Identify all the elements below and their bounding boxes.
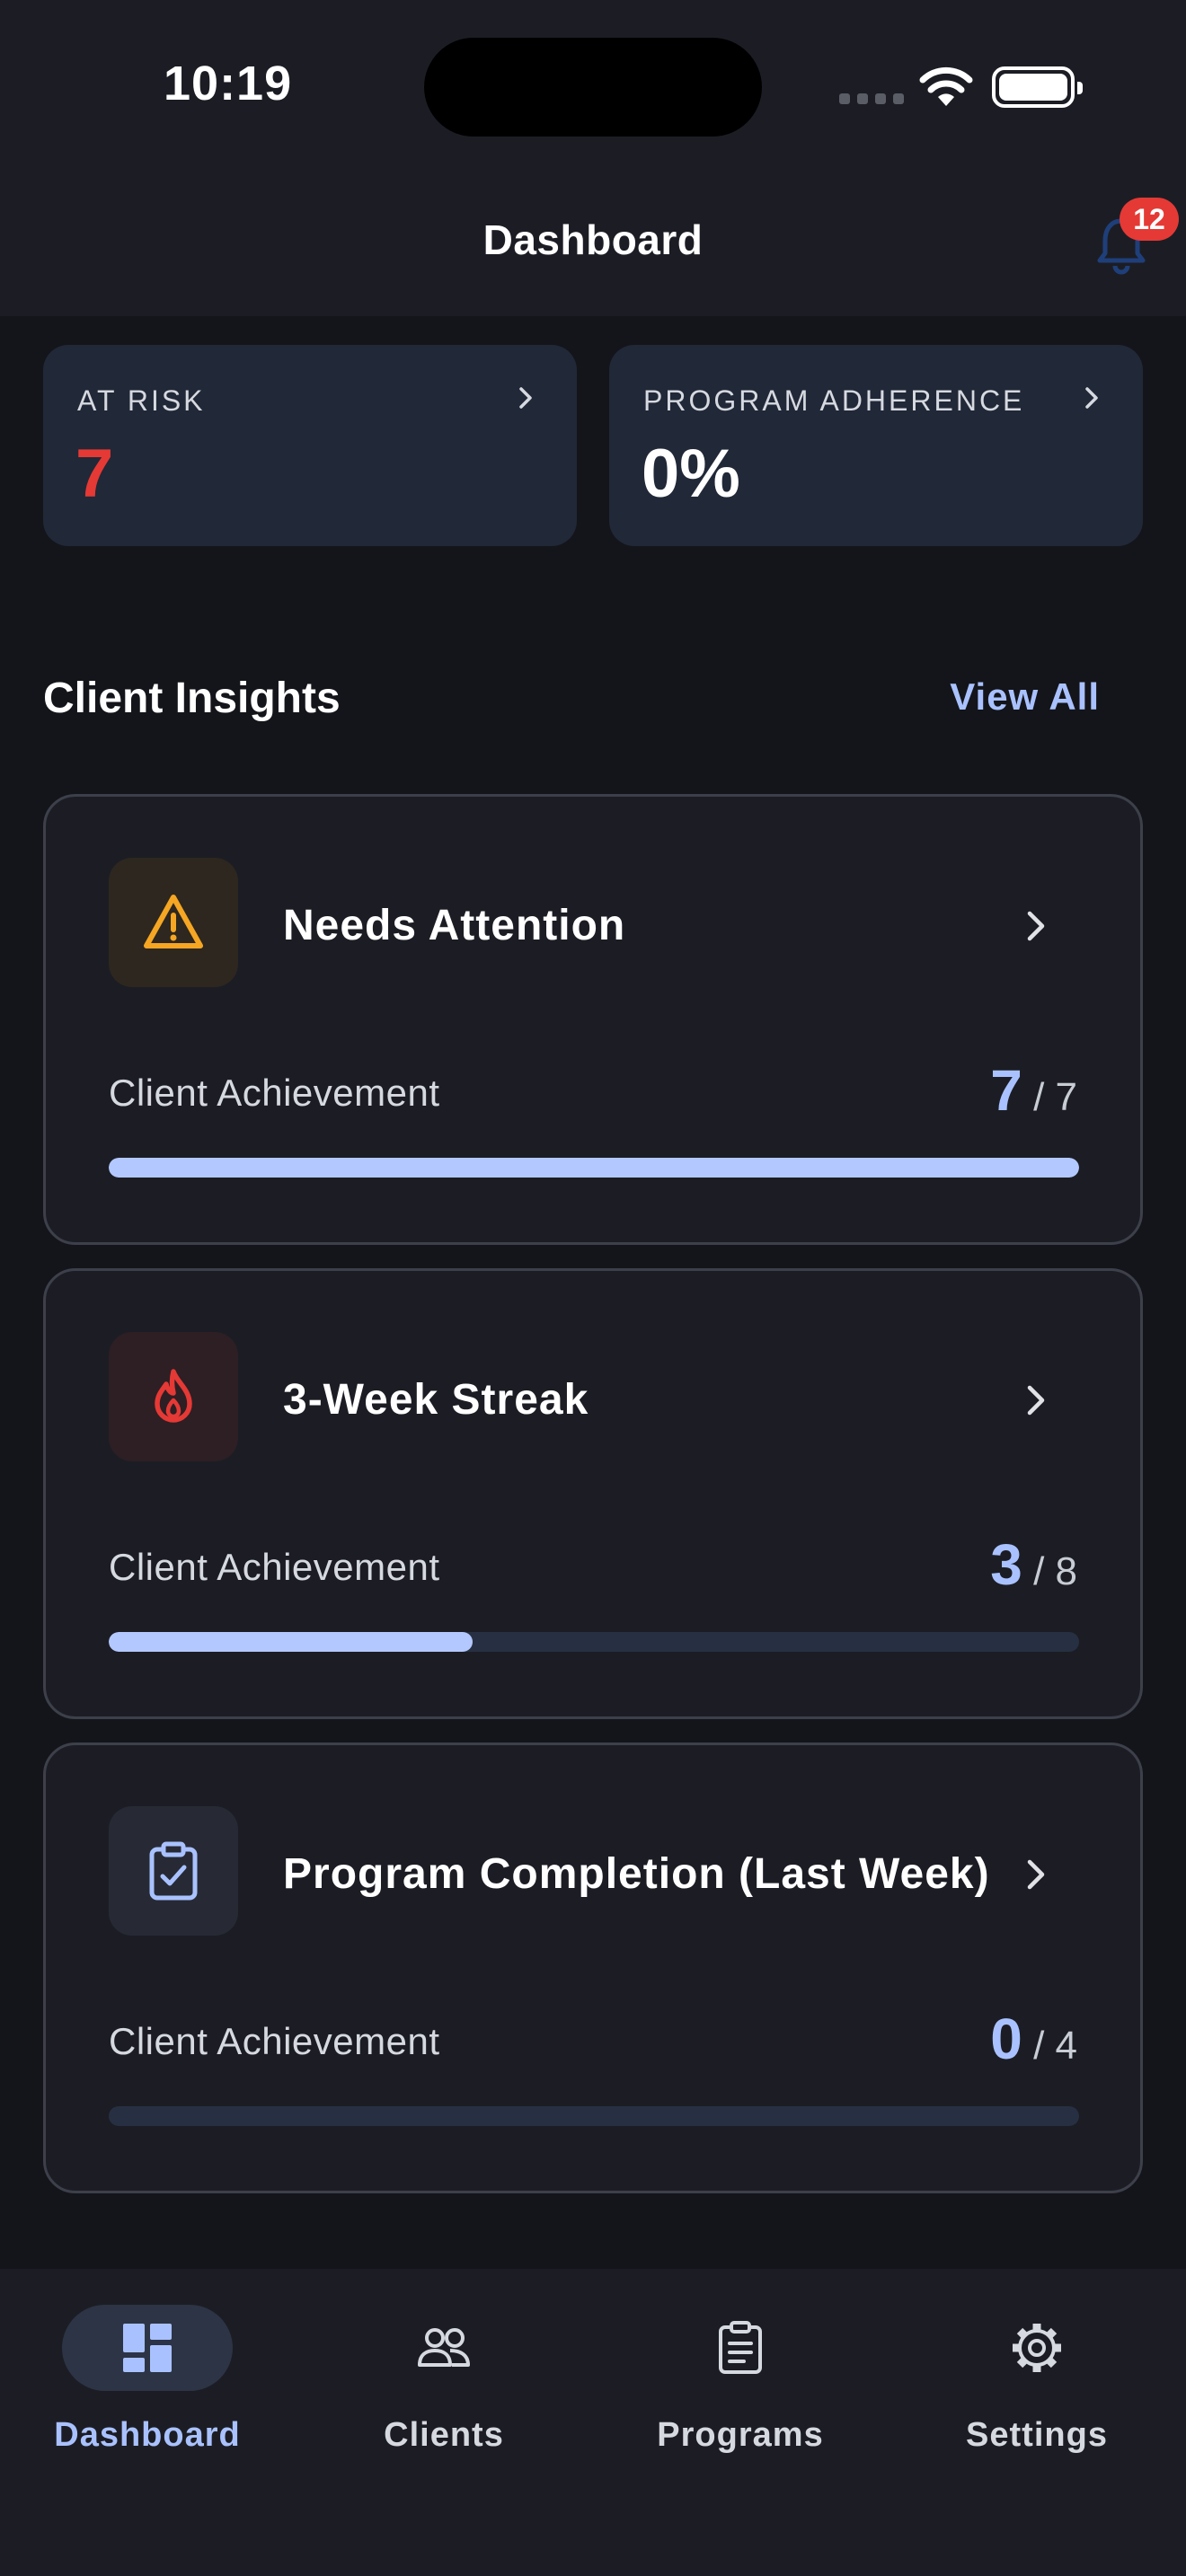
icon-container (109, 1332, 238, 1461)
dashboard-icon (123, 2324, 172, 2372)
stat-card-program-adherence[interactable]: PROGRAM ADHERENCE 0% (609, 345, 1143, 546)
insight-title: 3-Week Streak (283, 1376, 589, 1424)
nav-label: Settings (966, 2416, 1108, 2454)
insight-card-3-week-streak[interactable]: 3-Week Streak Client Achievement 3 / 8 (43, 1268, 1143, 1719)
wifi-icon (919, 66, 973, 106)
nav-item-settings[interactable]: Settings (929, 2305, 1145, 2455)
chevron-right-icon (1027, 911, 1045, 941)
icon-container (109, 1806, 238, 1936)
icon-container (109, 858, 238, 987)
progress-fill (109, 1158, 1079, 1178)
dynamic-island (424, 38, 762, 137)
stat-card-at-risk[interactable]: AT RISK 7 (43, 345, 577, 546)
insight-card-needs-attention[interactable]: Needs Attention Client Achievement 7 / 7 (43, 794, 1143, 1245)
total-count: / 7 (1033, 1075, 1077, 1119)
total-count: / 4 (1033, 2024, 1077, 2068)
chevron-right-icon (519, 387, 532, 409)
chevron-right-icon (1027, 1859, 1045, 1890)
achievement-value: 3 / 8 (990, 1531, 1077, 1598)
bottom-nav: Dashboard Clients Programs Settings (0, 2269, 1186, 2576)
nav-item-programs[interactable]: Programs (633, 2305, 848, 2455)
chevron-right-icon (1027, 1385, 1045, 1416)
nav-icon-pill (358, 2305, 529, 2391)
achievement-label: Client Achievement (109, 2020, 440, 2062)
nav-item-clients[interactable]: Clients (336, 2305, 552, 2455)
notification-badge: 12 (1120, 198, 1179, 241)
view-all-link[interactable]: View All (950, 675, 1100, 719)
battery-icon (992, 66, 1083, 108)
stat-label: PROGRAM ADHERENCE (643, 384, 1025, 417)
status-time: 10:19 (164, 57, 293, 110)
achievement-value: 7 / 7 (990, 1057, 1077, 1124)
app-header: 10:19 Dashboard 12 (0, 0, 1186, 316)
users-icon (418, 2328, 470, 2367)
stat-label: AT RISK (77, 384, 206, 417)
nav-label: Programs (657, 2416, 824, 2454)
cellular-signal-icon (839, 93, 904, 104)
stat-value: 0% (642, 436, 740, 512)
achieved-count: 0 (990, 2007, 1022, 2071)
flame-icon (155, 1369, 192, 1423)
achievement-value: 0 / 4 (990, 2006, 1077, 2072)
progress-bar (109, 1158, 1079, 1178)
clipboard-icon (719, 2321, 762, 2374)
progress-bar (109, 1632, 1079, 1652)
insight-title: Program Completion (Last Week) (283, 1850, 990, 1898)
achieved-count: 7 (990, 1058, 1022, 1123)
achievement-label: Client Achievement (109, 1546, 440, 1588)
achievement-label: Client Achievement (109, 1072, 440, 1114)
clipboard-check-icon (149, 1841, 198, 1901)
nav-label: Clients (384, 2416, 504, 2454)
nav-icon-pill (655, 2305, 826, 2391)
progress-bar (109, 2106, 1079, 2126)
section-title: Client Insights (43, 675, 341, 722)
nav-item-dashboard[interactable]: Dashboard (40, 2305, 255, 2455)
warning-icon (144, 895, 203, 948)
stat-value: 7 (75, 436, 114, 512)
insight-title: Needs Attention (283, 902, 626, 949)
gear-icon (1013, 2324, 1061, 2372)
page-title: Dashboard (482, 216, 704, 263)
insight-card-program-completion[interactable]: Program Completion (Last Week) Client Ac… (43, 1742, 1143, 2193)
nav-icon-pill (951, 2305, 1122, 2391)
achieved-count: 3 (990, 1532, 1022, 1597)
chevron-right-icon (1085, 387, 1098, 409)
nav-label: Dashboard (54, 2416, 241, 2454)
total-count: / 8 (1033, 1549, 1077, 1593)
progress-fill (109, 1632, 473, 1652)
nav-icon-pill (62, 2305, 233, 2391)
